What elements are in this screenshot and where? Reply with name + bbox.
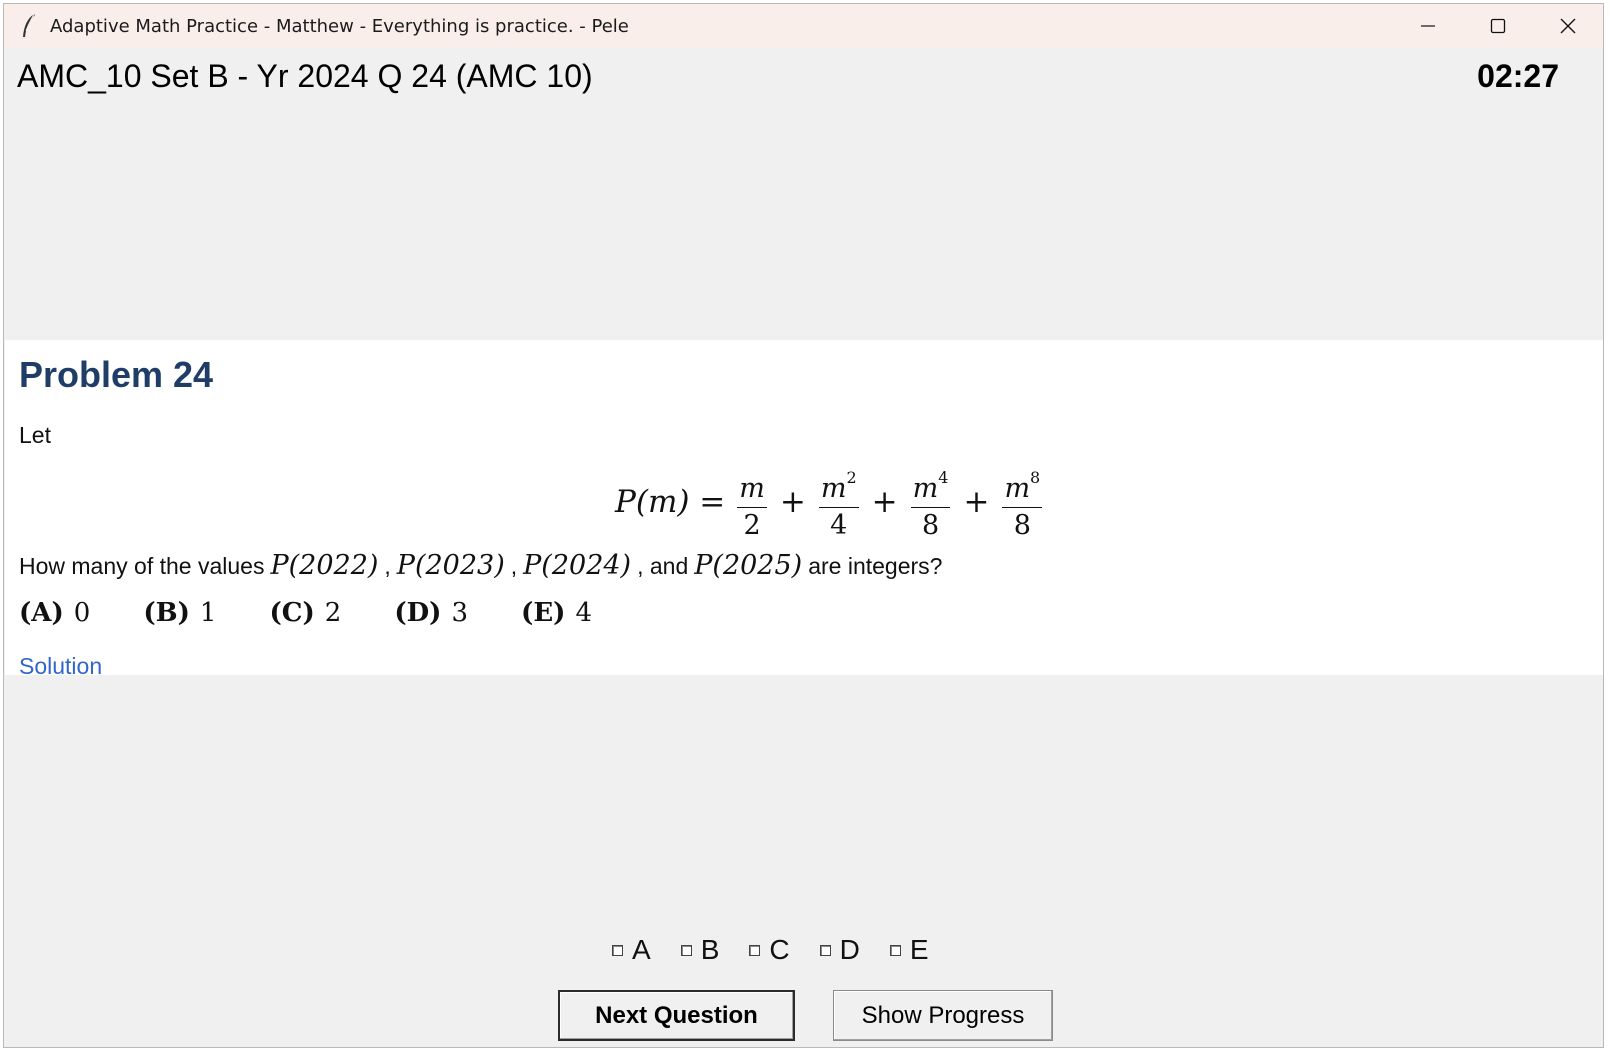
problem-heading: Problem 24 <box>19 354 214 395</box>
choice-letter: (E) <box>521 598 566 628</box>
formula: P(m) = m 2 + m2 4 + m4 8 + m8 8 <box>615 464 1046 541</box>
choice-a: (A) 0 <box>19 598 90 628</box>
checkbox[interactable] <box>749 944 761 956</box>
plus-sign: + <box>779 484 806 520</box>
feather-icon <box>18 12 40 40</box>
fraction-term-3: m4 8 <box>910 460 951 545</box>
value-p2024: P(2024) <box>523 550 632 581</box>
answer-option-c[interactable]: C <box>749 934 790 966</box>
checkbox[interactable] <box>680 944 692 956</box>
answer-label: D <box>839 934 860 965</box>
comma: , <box>384 553 391 579</box>
window-controls <box>1393 4 1603 48</box>
answer-checkboxes: A B C D E <box>612 930 959 970</box>
numerator-base: m <box>1004 472 1031 504</box>
checkbox[interactable] <box>819 944 831 956</box>
answer-label: A <box>632 934 651 965</box>
answer-option-d[interactable]: D <box>819 934 860 966</box>
app-window: Adaptive Math Practice - Matthew - Every… <box>3 3 1604 1048</box>
close-icon[interactable] <box>1533 4 1603 48</box>
fraction-term-2: m2 4 <box>818 460 859 545</box>
minimize-icon[interactable] <box>1393 4 1463 48</box>
choice-value: 4 <box>575 598 592 628</box>
denominator: 8 <box>1013 510 1031 542</box>
plus-sign: + <box>871 484 898 520</box>
choice-b: (B) 1 <box>143 598 216 628</box>
numerator-base: m <box>820 472 847 504</box>
denominator: 8 <box>921 510 940 542</box>
comma: , <box>510 553 518 579</box>
problem-panel: Problem 24 Let P(m) = m 2 + m2 4 + m4 8 … <box>5 340 1603 675</box>
solution-link[interactable]: Solution <box>19 653 102 675</box>
numerator-exponent: 8 <box>1030 467 1041 487</box>
title-bar: Adaptive Math Practice - Matthew - Every… <box>4 4 1603 48</box>
answer-label: E <box>909 934 929 965</box>
timer: 02:27 <box>1477 58 1559 94</box>
maximize-icon[interactable] <box>1463 4 1533 48</box>
numerator-base: m <box>912 472 939 504</box>
fraction-term-4: m8 8 <box>1002 460 1043 545</box>
choice-value: 2 <box>324 598 342 628</box>
answer-choices: (A) 0 (B) 1 (C) 2 (D) 3 (E) 4 <box>19 598 645 628</box>
value-p2025: P(2025) <box>694 550 803 581</box>
answer-label: C <box>769 934 790 965</box>
numerator-exponent: 4 <box>938 467 949 487</box>
question-suffix: are integers? <box>808 553 943 579</box>
plus-sign: + <box>963 484 990 520</box>
question-set-title: AMC_10 Set B - Yr 2024 Q 24 (AMC 10) <box>17 58 593 94</box>
choice-c: (C) 2 <box>269 598 341 628</box>
and-text: , and <box>637 553 689 579</box>
checkbox[interactable] <box>612 944 623 956</box>
question-header: AMC_10 Set B - Yr 2024 Q 24 (AMC 10) 02:… <box>4 52 1603 102</box>
show-progress-button[interactable]: Show Progress <box>833 990 1053 1041</box>
choice-letter: (B) <box>143 598 190 628</box>
problem-intro: Let <box>19 422 51 448</box>
choice-letter: (A) <box>19 598 64 628</box>
numerator-base: m <box>739 472 765 504</box>
value-p2023: P(2023) <box>396 550 505 581</box>
answer-label: B <box>700 934 720 965</box>
choice-letter: (D) <box>394 598 442 628</box>
choice-letter: (C) <box>269 598 315 628</box>
denominator: 2 <box>743 510 761 542</box>
choice-value: 0 <box>73 598 91 628</box>
formula-lhs: P(m) = <box>615 484 726 520</box>
answer-option-b[interactable]: B <box>680 934 720 966</box>
choice-value: 1 <box>199 598 217 628</box>
answer-option-a[interactable]: A <box>612 934 651 966</box>
answer-option-e[interactable]: E <box>889 934 929 966</box>
denominator: 4 <box>830 510 848 542</box>
choice-d: (D) 3 <box>394 598 468 628</box>
checkbox[interactable] <box>889 944 901 956</box>
numerator-exponent: 2 <box>846 467 857 487</box>
choice-value: 3 <box>451 598 469 628</box>
next-question-button[interactable]: Next Question <box>558 990 795 1041</box>
question-prefix: How many of the values <box>19 553 265 579</box>
fraction-term-1: m 2 <box>737 460 767 545</box>
value-p2022: P(2022) <box>270 550 379 581</box>
window-title: Adaptive Math Practice - Matthew - Every… <box>50 15 629 37</box>
choice-e: (E) 4 <box>521 598 592 628</box>
question-text: How many of the values P(2022), P(2023),… <box>19 550 942 581</box>
